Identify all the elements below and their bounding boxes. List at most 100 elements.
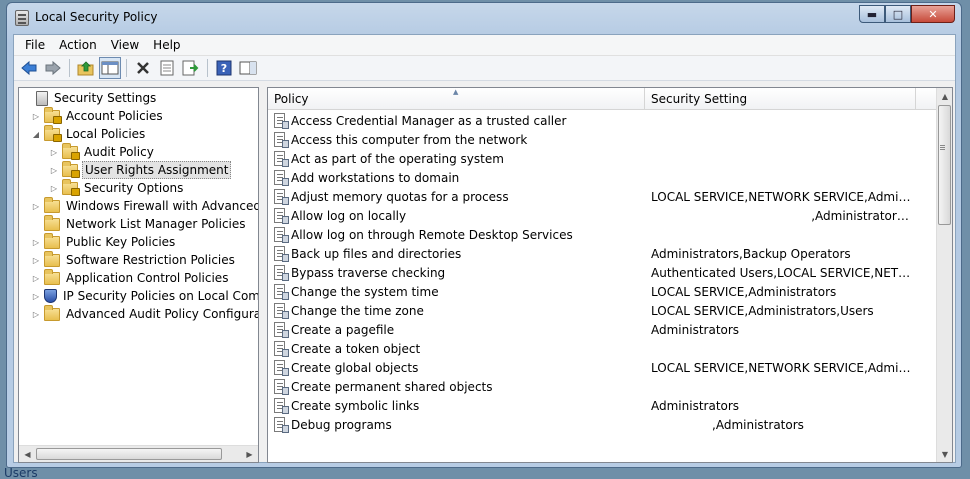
table-row[interactable]: Access Credential Manager as a trusted c… bbox=[268, 111, 936, 130]
table-row[interactable]: Change the system time LOCAL SERVICE,Admi… bbox=[268, 282, 936, 301]
table-row[interactable]: Change the time zone LOCAL SERVICE,Admini… bbox=[268, 301, 936, 320]
collapsed-arrow-icon[interactable]: ▷ bbox=[49, 166, 59, 175]
collapsed-arrow-icon[interactable]: ▷ bbox=[31, 292, 41, 301]
policy-icon bbox=[274, 264, 289, 281]
tree-item[interactable]: ▷ Audit Policy bbox=[49, 142, 156, 161]
table-row[interactable]: Bypass traverse checking Authenticated Us… bbox=[268, 263, 936, 282]
table-row[interactable]: Back up files and directories Administrat… bbox=[268, 244, 936, 263]
tree-item-label: Local Policies bbox=[66, 127, 146, 141]
scroll-thumb[interactable] bbox=[36, 448, 222, 460]
scroll-up-icon[interactable]: ▲ bbox=[937, 88, 952, 104]
policy-list: Policy ▲ Security Setting Access Credent… bbox=[267, 87, 953, 463]
menu-help[interactable]: Help bbox=[146, 36, 187, 54]
scroll-down-icon[interactable]: ▼ bbox=[937, 446, 952, 462]
tree-item[interactable]: ▷ Application Control Policies bbox=[31, 268, 230, 287]
maximize-button[interactable]: □ bbox=[885, 5, 911, 23]
tree-item[interactable]: ▷ Account Policies bbox=[31, 106, 165, 125]
tree-item[interactable]: ▷ Software Restriction Policies bbox=[31, 250, 237, 269]
menu-view[interactable]: View bbox=[104, 36, 146, 54]
policy-icon bbox=[274, 131, 289, 148]
policy-setting: LOCAL SERVICE,NETWORK SERVICE,Administra… bbox=[651, 189, 915, 204]
tree-item-label: IP Security Policies on Local Compute bbox=[63, 289, 258, 303]
minimize-button[interactable]: ▬ bbox=[859, 5, 885, 23]
collapsed-arrow-icon[interactable]: ▷ bbox=[31, 202, 41, 211]
collapsed-arrow-icon[interactable]: ▷ bbox=[31, 274, 41, 283]
tree-item[interactable]: ▷ Security Options bbox=[49, 178, 185, 197]
show-hide-tree-icon[interactable] bbox=[99, 57, 121, 79]
policy-setting: LOCAL SERVICE,NETWORK SERVICE,Administra… bbox=[651, 360, 915, 375]
show-action-pane-icon[interactable] bbox=[237, 57, 259, 79]
column-security-setting[interactable]: Security Setting bbox=[645, 88, 916, 110]
table-row[interactable]: Add workstations to domain bbox=[268, 168, 936, 187]
collapsed-arrow-icon[interactable]: ▷ bbox=[31, 310, 41, 319]
ip-security-icon bbox=[44, 289, 57, 303]
table-row[interactable]: Debug programs ,Administrators bbox=[268, 415, 936, 434]
close-button[interactable]: ✕ bbox=[911, 5, 955, 23]
caption-buttons: ▬ □ ✕ bbox=[859, 5, 955, 23]
tree-item[interactable]: ▷ Windows Firewall with Advanced Secu bbox=[31, 196, 258, 215]
table-row[interactable]: Create symbolic links Administrators bbox=[268, 396, 936, 415]
locked-folder-icon bbox=[44, 106, 62, 124]
tree-item-label: User Rights Assignment bbox=[82, 161, 232, 179]
policy-setting: Administrators bbox=[651, 398, 740, 413]
export-list-icon[interactable] bbox=[180, 57, 202, 79]
scroll-grip-icon bbox=[940, 145, 945, 146]
table-row[interactable]: Allow log on locally ,Administrators,Use… bbox=[268, 206, 936, 225]
tree-item[interactable]: ▷ User Rights Assignment bbox=[49, 160, 232, 179]
policy-name: Create permanent shared objects bbox=[291, 379, 493, 394]
forward-icon[interactable] bbox=[42, 57, 64, 79]
tree-item[interactable]: Security Settings bbox=[23, 89, 158, 107]
collapsed-arrow-icon[interactable]: ▷ bbox=[31, 238, 41, 247]
table-row[interactable]: Create global objects LOCAL SERVICE,NETWO… bbox=[268, 358, 936, 377]
menu-file[interactable]: File bbox=[18, 36, 52, 54]
expanded-arrow-icon[interactable]: ◢ bbox=[31, 130, 41, 139]
menu-action[interactable]: Action bbox=[52, 36, 104, 54]
up-folder-icon[interactable] bbox=[75, 57, 97, 79]
back-icon[interactable] bbox=[18, 57, 40, 79]
toolbar-separator bbox=[207, 59, 208, 77]
policy-name: Create symbolic links bbox=[291, 398, 420, 413]
collapsed-arrow-icon[interactable]: ▷ bbox=[49, 148, 59, 157]
tree-item[interactable]: ▷ Advanced Audit Policy Configuration bbox=[31, 304, 258, 323]
table-row[interactable]: Create a token object bbox=[268, 339, 936, 358]
locked-folder-icon bbox=[62, 160, 80, 178]
table-row[interactable]: Create permanent shared objects bbox=[268, 377, 936, 396]
column-header: Policy ▲ Security Setting bbox=[268, 88, 936, 110]
locked-folder-icon bbox=[44, 124, 62, 142]
table-row[interactable]: Allow log on through Remote Desktop Serv… bbox=[268, 225, 936, 244]
collapsed-arrow-icon[interactable]: ▷ bbox=[31, 112, 41, 121]
scroll-left-icon[interactable]: ◀ bbox=[19, 446, 36, 462]
table-row[interactable]: Create a pagefile Administrators bbox=[268, 320, 936, 339]
policy-icon bbox=[274, 302, 289, 319]
collapsed-arrow-icon[interactable]: ▷ bbox=[49, 184, 59, 193]
tree-item-label: Advanced Audit Policy Configuration bbox=[66, 307, 258, 321]
collapsed-arrow-icon[interactable]: ▷ bbox=[31, 256, 41, 265]
panes: Security Settings ▷ Account Policies ◢ Local… bbox=[14, 83, 955, 463]
policy-name: Adjust memory quotas for a process bbox=[291, 189, 509, 204]
policy-setting: ,Administrators bbox=[651, 417, 804, 432]
help-icon[interactable]: ? bbox=[213, 57, 235, 79]
table-row[interactable]: Access this computer from the network bbox=[268, 130, 936, 149]
list-vertical-scrollbar[interactable]: ▲ ▼ bbox=[936, 88, 952, 462]
policy-setting: LOCAL SERVICE,Administrators,Users bbox=[651, 303, 874, 318]
tree-item[interactable]: ▷ IP Security Policies on Local Compute bbox=[31, 287, 258, 305]
tree-item[interactable]: ◢ Local Policies bbox=[31, 124, 147, 143]
delete-icon[interactable] bbox=[132, 57, 154, 79]
policy-icon bbox=[274, 169, 289, 186]
policy-name: Debug programs bbox=[291, 417, 392, 432]
tree-item[interactable]: Network List Manager Policies bbox=[31, 214, 248, 233]
policy-name: Create a token object bbox=[291, 341, 421, 356]
policy-name: Change the time zone bbox=[291, 303, 424, 318]
title-bar[interactable]: Local Security Policy ▬ □ ✕ bbox=[7, 3, 961, 33]
policy-icon bbox=[274, 112, 289, 129]
tree-item-label: Security Settings bbox=[54, 91, 157, 105]
table-row[interactable]: Act as part of the operating system bbox=[268, 149, 936, 168]
tree-horizontal-scrollbar[interactable]: ◀ ▶ bbox=[19, 445, 258, 462]
properties-icon[interactable] bbox=[156, 57, 178, 79]
table-row[interactable]: Adjust memory quotas for a process LOCAL … bbox=[268, 187, 936, 206]
toolbar: ? bbox=[14, 56, 955, 81]
tree-item[interactable]: ▷ Public Key Policies bbox=[31, 232, 177, 251]
scroll-thumb[interactable] bbox=[938, 105, 951, 225]
scroll-right-icon[interactable]: ▶ bbox=[241, 446, 258, 462]
app-window: Local Security Policy ▬ □ ✕ File Action … bbox=[6, 2, 962, 468]
